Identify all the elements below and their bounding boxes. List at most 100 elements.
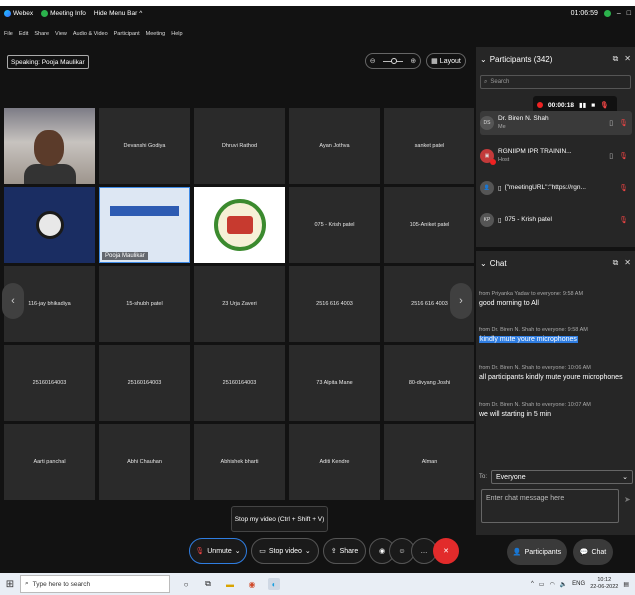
video-tile[interactable]: Devanshi Godiya <box>99 108 190 184</box>
video-tile[interactable]: 73 Alpita Mane <box>289 345 380 421</box>
record-icon: ◉ <box>378 548 386 555</box>
participant-row[interactable]: DS Dr. Biren N. Shah Me ▯ 🎙 <box>480 111 632 135</box>
stop-video-button[interactable]: ▭ Stop video ⌄ <box>251 538 319 564</box>
task-view-icon[interactable]: ⧉ <box>202 578 214 590</box>
menu-participant[interactable]: Participant <box>114 31 140 37</box>
video-tile[interactable]: 25160164003 <box>99 345 190 421</box>
minimize-icon[interactable]: – <box>617 10 621 17</box>
recording-dot-icon <box>537 102 543 108</box>
mic-muted-icon[interactable]: 🎙 <box>619 216 628 224</box>
cortana-icon[interactable]: ○ <box>180 578 192 590</box>
chrome-icon[interactable]: ◉ <box>246 578 258 590</box>
hide-menu-bar-button[interactable]: Hide Menu Bar ^ <box>94 10 142 17</box>
chat-meta: from Dr. Biren N. Shah to everyone: 10:0… <box>479 365 591 371</box>
menu-file[interactable]: File <box>4 31 13 37</box>
video-tile[interactable]: 2516 616 4003 <box>289 266 380 342</box>
volume-icon[interactable]: 🔈 <box>560 581 567 588</box>
video-tile[interactable]: Ayan Jothva <box>289 108 380 184</box>
video-tile-presenter[interactable] <box>4 108 95 184</box>
participant-row[interactable]: KP ▯ 075 - Krish patel 🎙 <box>480 208 632 232</box>
mic-muted-icon[interactable]: 🎙 <box>619 152 628 160</box>
recipient-select[interactable]: Everyone ⌄ <box>491 470 633 484</box>
taskbar-clock[interactable]: 10:12 22-06-2022 <box>590 577 618 591</box>
file-explorer-icon[interactable]: ▬ <box>224 578 236 590</box>
mic-muted-icon[interactable]: 🎙 <box>619 184 628 192</box>
tray-chevron-up-icon[interactable]: ^ <box>531 581 534 587</box>
more-icon: … <box>420 547 428 555</box>
zoom-knob[interactable] <box>390 57 397 64</box>
taskbar-search-input[interactable]: ⌕ Type here to search <box>20 575 170 593</box>
device-icon: ▯ <box>498 185 502 192</box>
close-panel-icon[interactable]: ✕ <box>624 258 631 268</box>
send-icon[interactable]: ➤ <box>624 495 631 504</box>
video-tile[interactable]: Aarti panchal <box>4 424 95 500</box>
video-tile-emblem[interactable] <box>194 187 285 263</box>
share-button[interactable]: ⇪ Share <box>323 538 366 564</box>
participant-row[interactable]: 👤 ▯ {"meetingURL":"https://rgn... 🎙 <box>480 176 632 200</box>
next-page-arrow-icon[interactable]: › <box>450 283 472 319</box>
participant-name-block: Dr. Biren N. Shah Me <box>498 115 609 131</box>
notifications-icon[interactable]: ▤ <box>623 581 629 588</box>
close-icon: ✕ <box>443 548 449 555</box>
language-indicator[interactable]: ENG <box>572 581 585 587</box>
mic-muted-icon[interactable]: 🎙 <box>619 119 628 127</box>
video-tile-obs[interactable] <box>4 187 95 263</box>
app-menu[interactable]: Webex <box>4 9 33 17</box>
video-tile[interactable]: 105-Aniket patel <box>384 187 475 263</box>
leave-meeting-button[interactable]: ✕ <box>433 538 459 564</box>
chat-message-input[interactable]: Enter chat message here <box>481 489 619 523</box>
participant-row[interactable]: ▣ RGNIIPM IPR TRAININ... Host ▯ 🎙 <box>480 144 632 168</box>
participants-toggle-button[interactable]: 👤 Participants <box>507 539 567 565</box>
participant-search-input[interactable]: ⌕ Search <box>480 75 631 89</box>
video-tile[interactable]: 25160164003 <box>194 345 285 421</box>
menu-meeting[interactable]: Meeting <box>146 31 166 37</box>
zoom-in-icon[interactable]: ⊕ <box>410 57 416 65</box>
menu-edit[interactable]: Edit <box>19 31 28 37</box>
menu-view[interactable]: View <box>55 31 67 37</box>
chat-meta: from Dr. Biren N. Shah to everyone: 9:58… <box>479 327 588 333</box>
zoom-slider[interactable] <box>382 57 403 64</box>
stop-icon[interactable]: ■ <box>591 102 595 109</box>
stop-video-tooltip: Stop my video (Ctrl + Shift + V) <box>231 506 328 532</box>
participants-chevron-icon[interactable]: ⌄ <box>480 55 487 64</box>
video-icon: ▯ <box>609 153 614 160</box>
video-tile-active-speaker[interactable]: Pooja Maulikar <box>99 187 190 263</box>
chevron-down-icon[interactable]: ⌄ <box>235 547 241 555</box>
close-panel-icon[interactable]: ✕ <box>624 54 631 64</box>
video-tile[interactable]: 23 Urja Zaveri <box>194 266 285 342</box>
layout-button[interactable]: ▦ Layout <box>426 53 466 69</box>
chevron-down-icon[interactable]: ⌄ <box>305 547 311 555</box>
menu-help[interactable]: Help <box>171 31 182 37</box>
slide-banner <box>110 206 179 216</box>
chat-toggle-button[interactable]: 💬 Chat <box>573 539 613 565</box>
menu-share[interactable]: Share <box>34 31 49 37</box>
wifi-icon[interactable]: ◠ <box>549 581 554 588</box>
network-icon[interactable]: ▭ <box>539 581 545 588</box>
popout-icon[interactable]: ⧉ <box>613 258 619 268</box>
video-tile[interactable]: 075 - Krish patel <box>289 187 380 263</box>
windows-start-icon[interactable]: ⊞ <box>0 579 20 590</box>
video-tile[interactable]: Abhi Chauhan <box>99 424 190 500</box>
meeting-info-button[interactable]: Meeting Info <box>41 9 86 17</box>
zoom-control[interactable]: ⊖ ⊕ <box>365 53 421 69</box>
video-tile[interactable]: Aditi Kendre <box>289 424 380 500</box>
video-tile[interactable]: 25160164003 <box>4 345 95 421</box>
meeting-info-label: Meeting Info <box>50 9 86 17</box>
zoom-out-icon[interactable]: ⊖ <box>370 57 376 65</box>
webex-logo-icon <box>4 9 11 17</box>
video-tile[interactable]: sanket patel <box>384 108 475 184</box>
chat-chevron-icon[interactable]: ⌄ <box>480 259 487 268</box>
video-tile[interactable]: Abhishek bharti <box>194 424 285 500</box>
maximize-icon[interactable]: □ <box>627 10 631 17</box>
menu-audio-video[interactable]: Audio & Video <box>73 31 108 37</box>
video-tile[interactable]: 80-divyang Joshi <box>384 345 475 421</box>
host-avatar: ▣ <box>480 149 496 165</box>
webex-taskbar-icon[interactable]: ◐ <box>268 578 280 590</box>
pause-icon[interactable]: ▮▮ <box>579 101 586 109</box>
popout-icon[interactable]: ⧉ <box>613 54 619 64</box>
video-tile[interactable]: 15-shubh patel <box>99 266 190 342</box>
unmute-button[interactable]: 🎙 Unmute ⌄ <box>189 538 247 564</box>
video-tile[interactable]: Dhruvi Rathod <box>194 108 285 184</box>
video-tile[interactable]: Alman <box>384 424 475 500</box>
previous-page-arrow-icon[interactable]: ‹ <box>2 283 24 319</box>
